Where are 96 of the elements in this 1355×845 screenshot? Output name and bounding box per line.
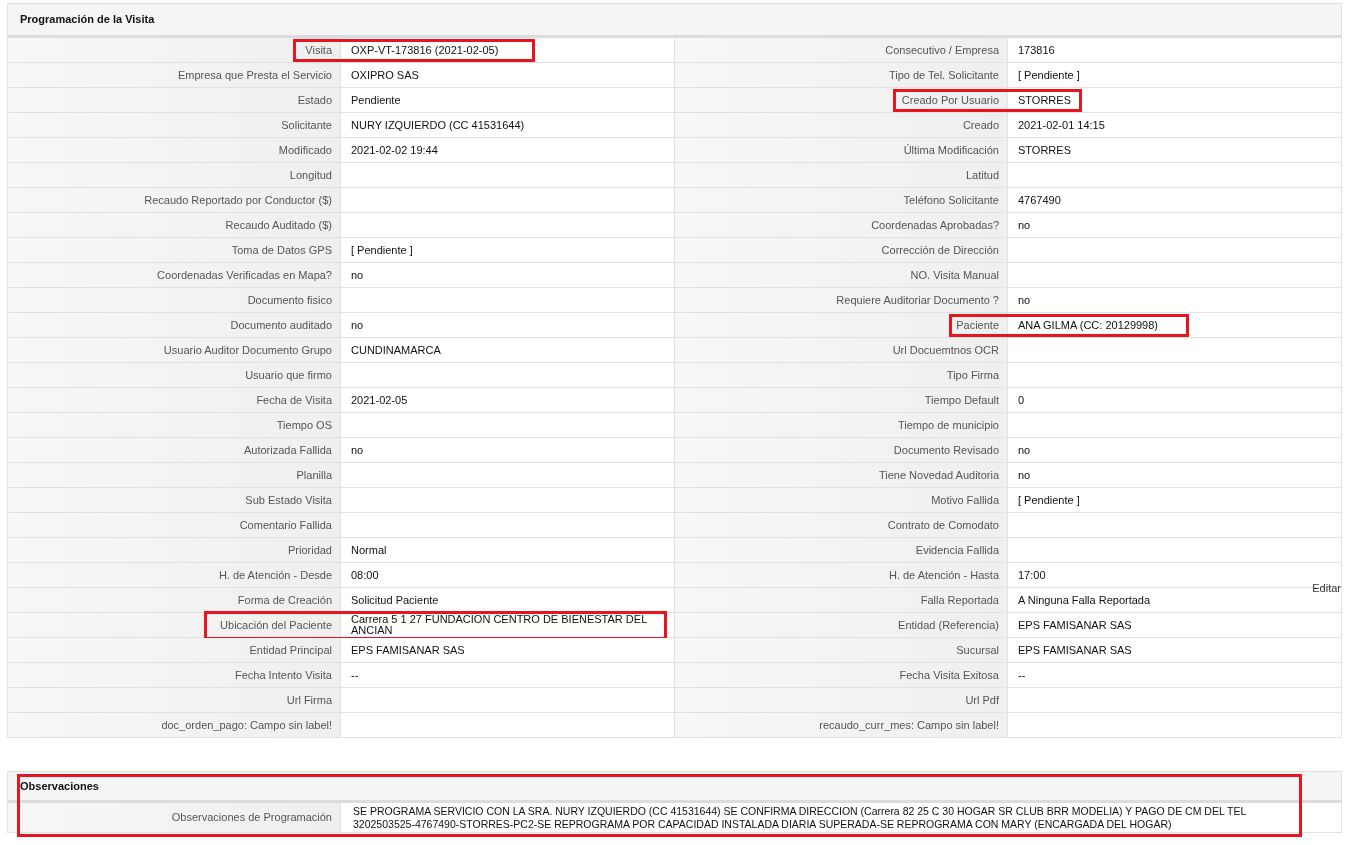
field-value: NURY IZQUIERDO (CC 41531644): [351, 118, 525, 132]
field-label: Url Firma: [8, 688, 341, 713]
field-label: Estado: [8, 88, 341, 113]
field-value: 4767490: [1018, 193, 1061, 207]
field-value: OXP-VT-173816 (2021-02-05): [351, 43, 499, 57]
field-label: Recaudo Auditado ($): [8, 213, 341, 238]
field-label: Observaciones de Programación: [8, 803, 341, 833]
field-label: Documento auditado: [8, 313, 341, 338]
field-label: Entidad Principal: [8, 638, 341, 663]
field-label: Planilla: [8, 463, 341, 488]
field-value: --: [351, 668, 359, 682]
field-label: Modificado: [8, 138, 341, 163]
field-value: 2021-02-01 14:15: [1018, 118, 1105, 132]
field-label: Comentario Fallida: [8, 513, 341, 538]
field-label: Usuario que firmo: [8, 363, 341, 388]
field-label: Fecha Visita Exitosa: [675, 663, 1008, 688]
field-label: Tipo Firma: [675, 363, 1008, 388]
section-header: Observaciones: [7, 771, 1342, 803]
field-value: Solicitud Paciente: [351, 593, 439, 607]
field-label: Recaudo Reportado por Conductor ($): [8, 188, 341, 213]
field-label: Autorizada Fallida: [8, 438, 341, 463]
field-value: 2021-02-05: [351, 393, 408, 407]
field-label: Url Docuemtnos OCR: [675, 338, 1008, 363]
field-value: no: [351, 443, 364, 457]
field-value: SE PROGRAMA SERVICIO CON LA SRA. NURY IZQUIERDO (CC 41531644) SE CONFIRMA DIRECCION (Carrera 82 25 C 30 HOGAR SR CLUB BRR MODELIA) Y PAGO DE CM DEL TEL 3202503525-4767490-STORRES-PC2-SE REPROGRAMA POR CAPACIDAD INSTALADA DIARIA SUPERADA-SE REPROGRAMA CON MARY (ENCARGADA DEL HOGAR): [353, 804, 1247, 831]
field-label: Longitud: [8, 163, 341, 188]
field-label: Tiene Novedad Auditoria: [675, 463, 1008, 488]
field-value: no: [351, 318, 364, 332]
field-value: Normal: [351, 543, 387, 557]
field-value: 2021-02-02 19:44: [351, 143, 438, 157]
field-value: Carrera 5 1 27 FUNDACION CENTRO DE BIENESTAR DEL ANCIAN: [351, 614, 648, 636]
field-label: Tipo de Tel. Solicitante: [675, 63, 1008, 88]
field-label: Ubicación del Paciente: [8, 613, 341, 638]
field-label: NO. Visita Manual: [675, 263, 1008, 288]
field-value: 0: [1018, 393, 1025, 407]
field-label: Falla Reportada: [675, 588, 1008, 613]
field-value: --: [1018, 668, 1026, 682]
field-value: 173816: [1018, 43, 1055, 57]
field-value: Pendiente: [351, 93, 401, 107]
field-label: Solicitante: [8, 113, 341, 138]
section-header: Programación de la Visita: [7, 3, 1342, 38]
field-value: no: [1018, 468, 1031, 482]
field-value: no: [351, 268, 364, 282]
field-value: STORRES: [1018, 93, 1071, 107]
field-label: Tiempo OS: [8, 413, 341, 438]
field-label: Coordenadas Aprobadas?: [675, 213, 1008, 238]
field-label: Visita: [8, 38, 341, 63]
field-value: STORRES: [1018, 143, 1071, 157]
field-value: A Ninguna Falla Reportada: [1018, 593, 1151, 607]
field-label: H. de Atención - Desde: [8, 563, 341, 588]
field-label: Motivo Fallida: [675, 488, 1008, 513]
edit-link[interactable]: Editar: [1312, 580, 1341, 597]
field-value: 17:00: [1018, 568, 1046, 582]
field-label: Empresa que Presta el Servicio: [8, 63, 341, 88]
field-label: Teléfono Solicitante: [675, 188, 1008, 213]
field-label: Latitud: [675, 163, 1008, 188]
field-value: CUNDINAMARCA: [351, 343, 441, 357]
field-label: Consecutivo / Empresa: [675, 38, 1008, 63]
field-label: Corrección de Dirección: [675, 238, 1008, 263]
field-label: Sucursal: [675, 638, 1008, 663]
field-label: Creado Por Usuario: [675, 88, 1008, 113]
field-value: 08:00: [351, 568, 379, 582]
field-value: EPS FAMISANAR SAS: [351, 643, 465, 657]
field-label: Entidad (Referencia): [675, 613, 1008, 638]
field-label: Tiempo de municipio: [675, 413, 1008, 438]
field-label: Forma de Creación: [8, 588, 341, 613]
field-label: Paciente: [675, 313, 1008, 338]
field-label: H. de Atención - Hasta: [675, 563, 1008, 588]
field-label: Documento fisico: [8, 288, 341, 313]
field-value: no: [1018, 293, 1031, 307]
field-label: Sub Estado Visita: [8, 488, 341, 513]
field-value: [ Pendiente ]: [1018, 493, 1080, 507]
field-label: Última Modificación: [675, 138, 1008, 163]
field-value: no: [1018, 218, 1031, 232]
field-label: Evidencia Fallida: [675, 538, 1008, 563]
field-label: Fecha de Visita: [8, 388, 341, 413]
field-label: Fecha Intento Visita: [8, 663, 341, 688]
field-label: Contrato de Comodato: [675, 513, 1008, 538]
field-value: ANA GILMA (CC: 20129998): [1018, 318, 1158, 332]
field-value: no: [1018, 443, 1031, 457]
field-label: Url Pdf: [675, 688, 1008, 713]
field-label: Toma de Datos GPS: [8, 238, 341, 263]
field-label: doc_orden_pago: Campo sin label!: [8, 713, 341, 738]
field-label: Usuario Auditor Documento Grupo: [8, 338, 341, 363]
field-label: Tiempo Default: [675, 388, 1008, 413]
field-value: OXIPRO SAS: [351, 68, 419, 82]
field-value: EPS FAMISANAR SAS: [1018, 618, 1132, 632]
field-value: EPS FAMISANAR SAS: [1018, 643, 1132, 657]
field-label: Documento Revisado: [675, 438, 1008, 463]
field-label: Creado: [675, 113, 1008, 138]
field-value: [ Pendiente ]: [351, 243, 413, 257]
field-value: [ Pendiente ]: [1018, 68, 1080, 82]
field-label: Requiere Auditoriar Documento ?: [675, 288, 1008, 313]
field-label: recaudo_curr_mes: Campo sin label!: [675, 713, 1008, 738]
field-label: Coordenadas Verificadas en Mapa?: [8, 263, 341, 288]
field-label: Prioridad: [8, 538, 341, 563]
